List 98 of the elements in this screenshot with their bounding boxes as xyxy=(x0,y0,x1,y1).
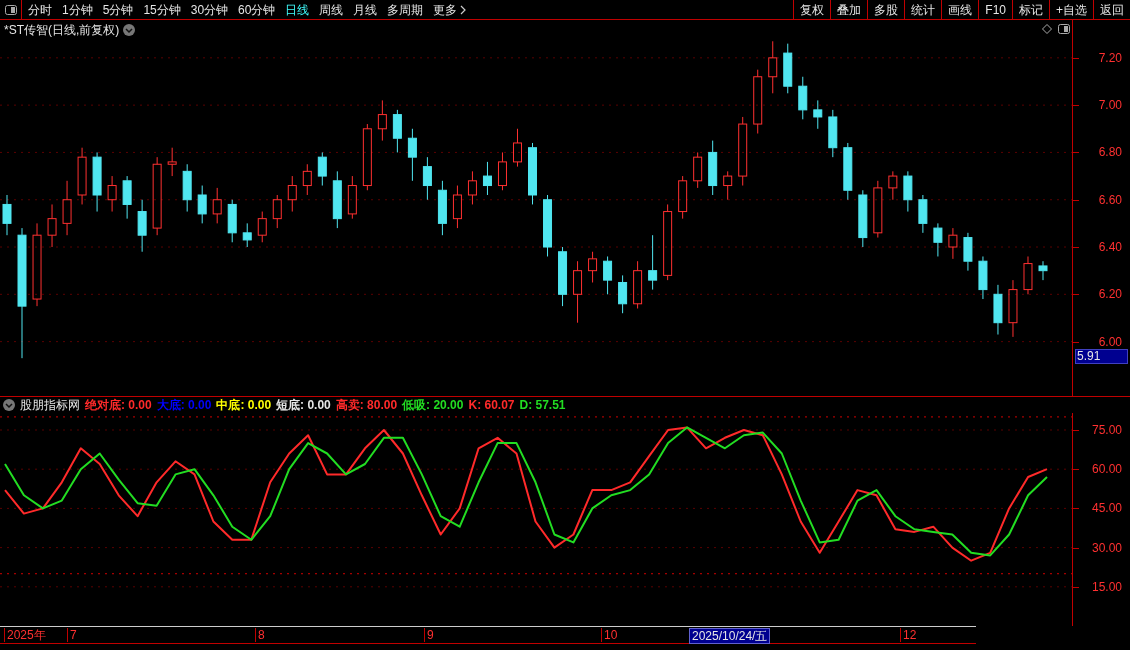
indicator-name: 股朋指标网 xyxy=(20,397,80,414)
candlestick xyxy=(1038,260,1048,281)
candlestick xyxy=(648,234,658,291)
dropdown-icon[interactable] xyxy=(123,24,136,36)
candlestick xyxy=(993,284,1003,336)
candlestick xyxy=(933,222,943,257)
candlestick xyxy=(1008,279,1018,338)
indicator-value: 短底: 0.00 xyxy=(276,397,331,414)
candlestick xyxy=(152,156,162,236)
candlestick xyxy=(633,260,643,309)
axis-tick-label: 15.00 xyxy=(1091,579,1122,594)
dropdown-icon[interactable] xyxy=(3,399,15,411)
date-label: 9 xyxy=(424,628,434,642)
period-tab[interactable]: 15分钟 xyxy=(143,0,181,19)
candlestick xyxy=(978,255,988,300)
panel-toggle-icon[interactable] xyxy=(1058,24,1070,34)
diamond-icon[interactable] xyxy=(1042,24,1052,34)
toolbar-button[interactable]: 叠加 xyxy=(830,0,868,19)
date-label: 2025年 xyxy=(4,628,46,642)
toolbar-button[interactable]: 返回 xyxy=(1093,0,1130,19)
candlestick xyxy=(77,147,87,205)
axis-tick-label: 7.20 xyxy=(1098,50,1122,65)
candlestick xyxy=(603,255,613,295)
chevron-right-icon xyxy=(460,4,467,15)
axis-tick-label: 45.00 xyxy=(1091,501,1122,516)
period-tab[interactable]: 月线 xyxy=(353,0,378,19)
candlestick xyxy=(167,147,177,177)
indicator-value: 大底: 0.00 xyxy=(156,397,212,414)
toolbar-button[interactable]: 画线 xyxy=(941,0,979,19)
toolbar-button[interactable]: 标记 xyxy=(1012,0,1049,19)
period-tab[interactable]: 5分钟 xyxy=(102,0,134,19)
toolbar-button[interactable]: F10 xyxy=(978,0,1012,19)
candlestick xyxy=(107,175,117,213)
axis-tick-label: 30.00 xyxy=(1091,540,1122,555)
candlestick xyxy=(573,260,583,324)
period-tab[interactable]: 1分钟 xyxy=(62,0,93,19)
candlestick xyxy=(768,40,778,94)
candlestick xyxy=(32,222,42,307)
indicator-value: D: 57.51 xyxy=(519,397,566,414)
candlestick xyxy=(407,128,417,182)
candlestick xyxy=(92,151,102,213)
candlestick xyxy=(1023,255,1033,295)
toolbar-button[interactable]: +自选 xyxy=(1049,0,1093,19)
period-tab[interactable]: 周线 xyxy=(319,0,344,19)
period-tab[interactable]: 分时 xyxy=(28,0,52,19)
period-tab[interactable]: 30分钟 xyxy=(190,0,229,19)
candlestick xyxy=(618,274,628,314)
toolbar-button[interactable]: 多股 xyxy=(867,0,905,19)
axis-tick-label: 6.20 xyxy=(1098,287,1122,302)
candlestick xyxy=(963,232,973,272)
axis-tick-label: 7.00 xyxy=(1098,98,1122,113)
candlestick xyxy=(17,227,27,359)
toolbar-button[interactable]: 统计 xyxy=(904,0,942,19)
candlestick xyxy=(137,199,147,253)
indicator-value: 中底: 0.00 xyxy=(216,397,272,414)
period-tab[interactable]: 60分钟 xyxy=(238,0,276,19)
candlestick xyxy=(287,175,297,213)
panel-toggle-icon[interactable] xyxy=(4,4,17,15)
candlestick xyxy=(437,180,447,236)
candlestick xyxy=(122,175,132,220)
candlestick xyxy=(903,170,913,213)
candlestick xyxy=(317,151,327,187)
period-tab[interactable]: 多周期 xyxy=(387,0,424,19)
date-label: 7 xyxy=(67,628,77,642)
period-tab[interactable]: 日线 xyxy=(285,0,310,19)
candlestick xyxy=(377,99,387,142)
indicator-value: K: 60.07 xyxy=(468,397,515,414)
candlestick xyxy=(918,194,928,234)
candlestick xyxy=(708,140,718,196)
date-label: 10 xyxy=(601,628,618,642)
candlestick xyxy=(482,161,492,196)
indicator-value: 高卖: 80.00 xyxy=(335,397,398,414)
candlestick xyxy=(332,170,342,229)
candlestick xyxy=(888,170,898,201)
date-label: 2025/10/24/五 xyxy=(689,628,771,644)
axis-tick-label: 6.60 xyxy=(1098,192,1122,207)
axis-tick-label: 6.00 xyxy=(1098,334,1122,349)
date-label: 8 xyxy=(255,628,265,642)
candlestick xyxy=(302,163,312,196)
axis-tick-label: 60.00 xyxy=(1091,462,1122,477)
axis-tick-label: 6.40 xyxy=(1098,240,1122,254)
candlestick xyxy=(693,151,703,189)
chart-title: *ST传智(日线,前复权) xyxy=(4,22,120,39)
indicator-value: 绝对底: 0.00 xyxy=(85,397,152,414)
toolbar-button[interactable]: 复权 xyxy=(793,0,831,19)
more-button[interactable]: 更多 xyxy=(433,0,467,19)
date-label: 12 xyxy=(900,628,917,642)
current-price-label: 5.91 xyxy=(1075,348,1128,364)
axis-tick-label: 75.00 xyxy=(1091,423,1122,437)
axis-tick-label: 6.80 xyxy=(1098,145,1122,160)
candlestick xyxy=(813,99,823,130)
candlestick xyxy=(948,227,958,260)
candlestick xyxy=(182,163,192,213)
candlestick xyxy=(2,194,12,236)
candlestick xyxy=(47,203,57,248)
indicator-value: 低吸: 20.00 xyxy=(402,397,464,414)
candlestick xyxy=(422,156,432,201)
candlestick xyxy=(62,180,72,236)
